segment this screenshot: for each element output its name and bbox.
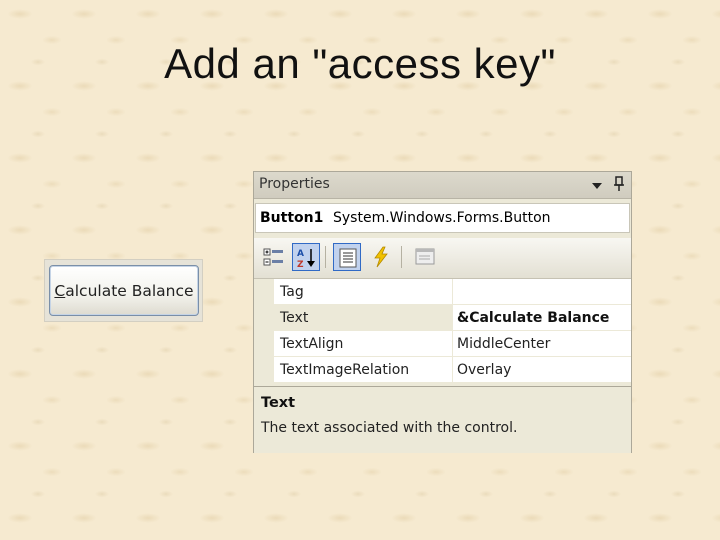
calculate-balance-button[interactable]: Calculate Balance: [49, 265, 199, 316]
property-value[interactable]: Overlay: [457, 362, 511, 378]
object-selector[interactable]: Button1 System.Windows.Forms.Button: [255, 203, 630, 233]
properties-toolbar: A Z: [254, 238, 631, 279]
property-row-textalign[interactable]: TextAlign MiddleCenter: [274, 331, 631, 357]
grid-margin: [254, 279, 274, 383]
property-name: TextImageRelation: [280, 362, 410, 378]
object-type: System.Windows.Forms.Button: [333, 210, 551, 226]
description-title: Text: [261, 395, 296, 411]
properties-titlebar: Properties: [254, 172, 631, 199]
categorized-icon: [263, 248, 283, 266]
events-button[interactable]: [367, 243, 395, 271]
object-name: Button1: [260, 210, 324, 226]
property-name: Tag: [280, 284, 304, 300]
column-divider: [452, 357, 453, 383]
properties-button[interactable]: [333, 243, 361, 271]
toolbar-separator: [325, 246, 326, 268]
svg-text:Z: Z: [297, 260, 304, 269]
column-divider: [452, 305, 453, 331]
description-pane: Text The text associated with the contro…: [254, 386, 631, 453]
property-row-textimagerelation[interactable]: TextImageRelation Overlay: [274, 357, 631, 383]
categorized-button[interactable]: [260, 243, 288, 271]
property-name: Text: [280, 310, 309, 326]
property-name: TextAlign: [280, 336, 344, 352]
description-text: The text associated with the control.: [261, 420, 518, 436]
alphabetical-sort-icon: A Z: [297, 249, 315, 269]
property-row-text[interactable]: Text &Calculate Balance: [274, 305, 631, 331]
property-value[interactable]: &Calculate Balance: [457, 310, 609, 326]
column-divider: [452, 331, 453, 357]
access-key-letter: C: [54, 281, 66, 300]
button-label-rest: alculate Balance: [65, 281, 194, 300]
property-grid: Tag Text &Calculate Balance TextAlign Mi…: [254, 279, 631, 383]
properties-title: Properties: [259, 176, 330, 192]
properties-window: Properties Button1 System.Windows.Forms.…: [253, 171, 632, 453]
property-pages-button[interactable]: [411, 243, 439, 271]
alphabetical-button[interactable]: A Z: [292, 243, 320, 271]
pin-icon[interactable]: [612, 175, 626, 193]
sample-form-area: Calculate Balance: [44, 259, 203, 322]
property-value[interactable]: MiddleCenter: [457, 336, 550, 352]
property-row-tag[interactable]: Tag: [274, 279, 631, 305]
toolbar-separator: [401, 246, 402, 268]
svg-text:A: A: [297, 249, 304, 259]
dropdown-arrow-icon[interactable]: [590, 177, 604, 191]
properties-list-icon: [339, 248, 357, 268]
slide-title: Add an "access key": [164, 40, 556, 87]
column-divider: [452, 279, 453, 305]
property-pages-icon: [415, 248, 435, 265]
events-lightning-icon: [374, 246, 388, 268]
